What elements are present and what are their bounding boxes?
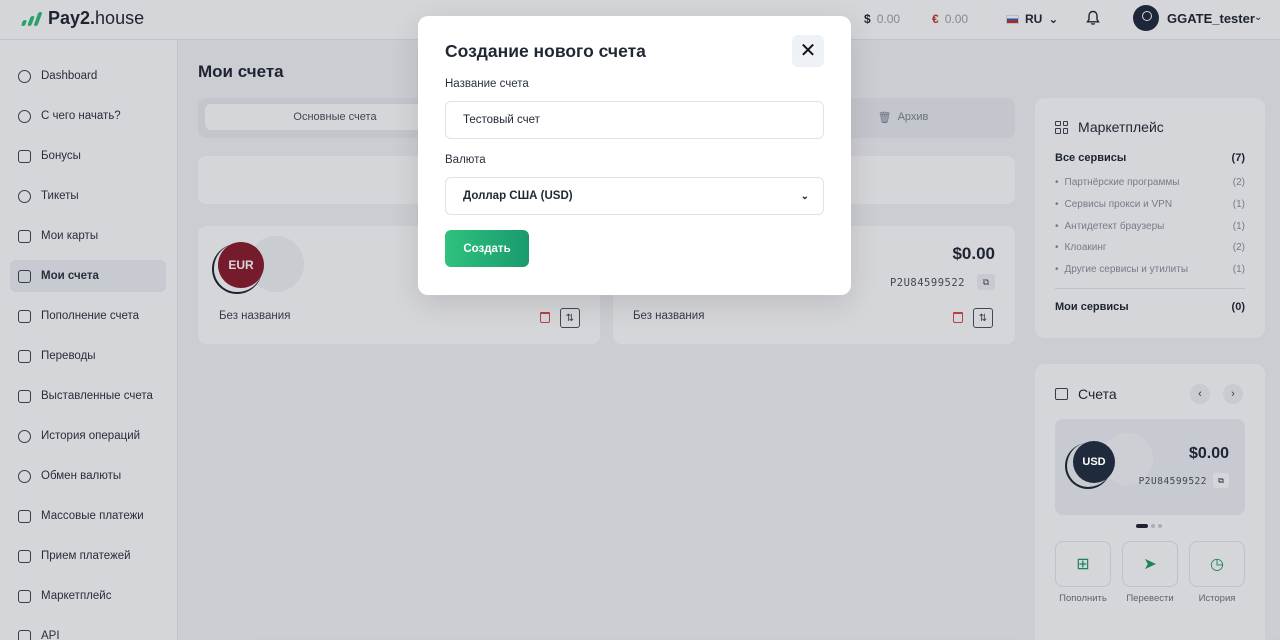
account-name-input[interactable]: Тестовый счет xyxy=(445,101,824,139)
create-account-modal: Создание нового счета ✕ Название счета Т… xyxy=(418,16,851,295)
account-name-label: Название счета xyxy=(445,78,529,90)
currency-badge-usd: USD xyxy=(1073,441,1115,483)
chevron-down-icon: ⌄ xyxy=(800,190,809,202)
currency-label: Валюта xyxy=(445,154,486,166)
modal-title: Создание нового счета xyxy=(445,41,646,61)
currency-select[interactable]: Доллар США (USD) ⌄ xyxy=(445,177,824,215)
close-icon: ✕ xyxy=(799,40,817,62)
currency-select-value: Доллар США (USD) xyxy=(463,190,573,202)
create-button[interactable]: Создать xyxy=(445,230,529,267)
close-button[interactable]: ✕ xyxy=(792,35,824,67)
